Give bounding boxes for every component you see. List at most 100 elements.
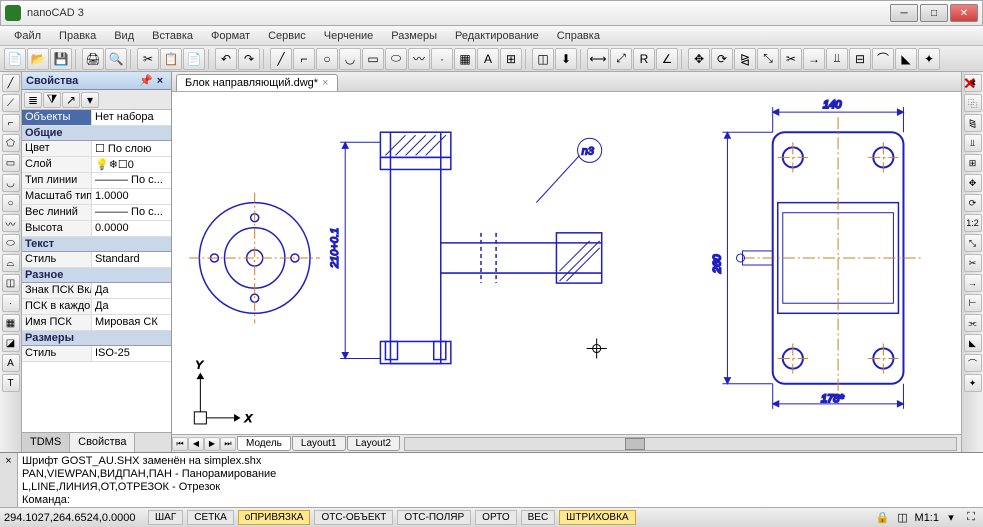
draw-text-icon[interactable]: T — [2, 374, 20, 392]
draw-block-icon[interactable]: ◫ — [2, 274, 20, 292]
draw-hatch-icon[interactable]: ▦ — [2, 314, 20, 332]
prop-section-dims[interactable]: Размеры — [22, 331, 171, 346]
draw-circle-icon[interactable]: ○ — [2, 194, 20, 212]
document-tab[interactable]: Блок направляющий.dwg* × — [176, 74, 338, 91]
menu-edit[interactable]: Правка — [51, 28, 104, 44]
doc-close-icon[interactable]: ✕ — [963, 74, 981, 92]
pin-icon[interactable]: 📌 — [139, 74, 153, 87]
dim-angle-icon[interactable]: ∠ — [656, 48, 678, 70]
chamfer-icon[interactable]: ◣ — [895, 48, 917, 70]
tab-prev-icon[interactable]: ◀ — [188, 437, 204, 451]
dim-linear-icon[interactable]: ⟷ — [587, 48, 609, 70]
tab-first-icon[interactable]: ⏮ — [172, 437, 188, 451]
mod-join-icon[interactable]: ⫘ — [964, 314, 982, 332]
drawing-canvas[interactable]: X Y — [172, 92, 961, 434]
mod-trim-icon[interactable]: ✂ — [964, 254, 982, 272]
polyline-icon[interactable]: ⌐ — [293, 48, 315, 70]
panel-close-icon[interactable]: × — [153, 75, 167, 87]
mod-explode-icon[interactable]: ✦ — [964, 374, 982, 392]
maximize-button[interactable]: □ — [920, 4, 948, 22]
toggle-snap[interactable]: ШАГ — [148, 510, 183, 525]
tab-tdms[interactable]: TDMS — [22, 433, 70, 452]
prop-lineweight[interactable]: Вес линий——— По с... — [22, 205, 171, 221]
draw-line-icon[interactable]: ╱ — [2, 74, 20, 92]
prop-section-text[interactable]: Текст — [22, 237, 171, 252]
prop-section-misc[interactable]: Разное — [22, 268, 171, 283]
close-button[interactable]: ✕ — [950, 4, 978, 22]
mod-array-icon[interactable]: ⊞ — [964, 154, 982, 172]
ellipse-icon[interactable]: ⬭ — [385, 48, 407, 70]
tab-layout2[interactable]: Layout2 — [347, 436, 401, 451]
extend-icon[interactable]: → — [803, 48, 825, 70]
draw-mtext-icon[interactable]: A — [2, 354, 20, 372]
menu-insert[interactable]: Вставка — [144, 28, 201, 44]
prop-linetype[interactable]: Тип линии——— По с... — [22, 173, 171, 189]
tab-last-icon[interactable]: ⏭ — [220, 437, 236, 451]
hatch-icon[interactable]: ▦ — [454, 48, 476, 70]
point-icon[interactable]: · — [431, 48, 453, 70]
menu-help[interactable]: Справка — [549, 28, 608, 44]
mod-stretch-icon[interactable]: ⤡ — [964, 234, 982, 252]
menu-file[interactable]: Файл — [6, 28, 49, 44]
mod-offset-icon[interactable]: ⫫ — [964, 134, 982, 152]
cmd-close-icon[interactable]: × — [0, 453, 18, 507]
prop-toggle-icon[interactable]: ≣ — [24, 92, 42, 108]
prop-layer[interactable]: Слой💡❄☐0 — [22, 157, 171, 173]
paste-icon[interactable]: 📄 — [183, 48, 205, 70]
prop-object-row[interactable]: Объекты Нет набора — [22, 110, 171, 126]
offset-icon[interactable]: ⫫ — [826, 48, 848, 70]
prop-pick-icon[interactable]: ↗ — [62, 92, 80, 108]
prop-select-icon[interactable]: ▾ — [81, 92, 99, 108]
mirror-icon[interactable]: ⧎ — [734, 48, 756, 70]
draw-pline-icon[interactable]: ⌐ — [2, 114, 20, 132]
draw-poly-icon[interactable]: ⬠ — [2, 134, 20, 152]
menu-view[interactable]: Вид — [106, 28, 142, 44]
draw-spline-icon[interactable]: 〰 — [2, 214, 20, 232]
horizontal-scrollbar[interactable] — [404, 437, 957, 451]
prop-filter-icon[interactable]: ⧩ — [43, 92, 61, 108]
prop-textstyle[interactable]: СтильStandard — [22, 252, 171, 268]
prop-color[interactable]: Цвет☐ По слою — [22, 141, 171, 157]
draw-earc-icon[interactable]: ⌓ — [2, 254, 20, 272]
tab-model[interactable]: Модель — [237, 436, 291, 451]
prop-section-general[interactable]: Общие — [22, 126, 171, 141]
scale-icon[interactable]: ⤡ — [757, 48, 779, 70]
block-icon[interactable]: ◫ — [532, 48, 554, 70]
move-icon[interactable]: ✥ — [688, 48, 710, 70]
arc-icon[interactable]: ◡ — [339, 48, 361, 70]
new-icon[interactable]: 📄 — [4, 48, 26, 70]
tab-next-icon[interactable]: ▶ — [204, 437, 220, 451]
status-lock-icon[interactable]: 🔒 — [875, 510, 891, 526]
tab-close-icon[interactable]: × — [322, 77, 328, 89]
preview-icon[interactable]: 🔍 — [105, 48, 127, 70]
draw-arc-icon[interactable]: ◡ — [2, 174, 20, 192]
minimize-button[interactable]: ─ — [890, 4, 918, 22]
draw-point-icon[interactable]: · — [2, 294, 20, 312]
open-icon[interactable]: 📂 — [27, 48, 49, 70]
menu-dimensions[interactable]: Размеры — [383, 28, 445, 44]
table-icon[interactable]: ⊞ — [500, 48, 522, 70]
print-icon[interactable]: 🖨 — [82, 48, 104, 70]
insert-icon[interactable]: ⬇ — [555, 48, 577, 70]
spline-icon[interactable]: 〰 — [408, 48, 430, 70]
mod-scale-icon[interactable]: 1:2 — [964, 214, 982, 232]
redo-icon[interactable]: ↷ — [238, 48, 260, 70]
status-layer-icon[interactable]: ◫ — [895, 510, 911, 526]
rotate-icon[interactable]: ⟳ — [711, 48, 733, 70]
mod-mirror-icon[interactable]: ⧎ — [964, 114, 982, 132]
menu-service[interactable]: Сервис — [260, 28, 314, 44]
prop-ucs-each[interactable]: ПСК в каждом ...Да — [22, 299, 171, 315]
toggle-hatch[interactable]: ШТРИХОВКА — [559, 510, 635, 525]
tab-properties[interactable]: Свойства — [70, 433, 135, 452]
circle-icon[interactable]: ○ — [316, 48, 338, 70]
prop-elevation[interactable]: Высота0.0000 — [22, 221, 171, 237]
toggle-ortho[interactable]: ОРТО — [475, 510, 516, 525]
toggle-otrack[interactable]: ОТС-ОБЪЕКТ — [314, 510, 393, 525]
mod-extend-icon[interactable]: → — [964, 274, 982, 292]
command-line[interactable]: Шрифт GOST_AU.SHX заменён на simplex.shx… — [18, 453, 983, 507]
mod-chamfer-icon[interactable]: ◣ — [964, 334, 982, 352]
draw-xline-icon[interactable]: ⟋ — [2, 94, 20, 112]
dim-radius-icon[interactable]: R — [633, 48, 655, 70]
explode-icon[interactable]: ✦ — [918, 48, 940, 70]
toggle-grid[interactable]: СЕТКА — [187, 510, 234, 525]
